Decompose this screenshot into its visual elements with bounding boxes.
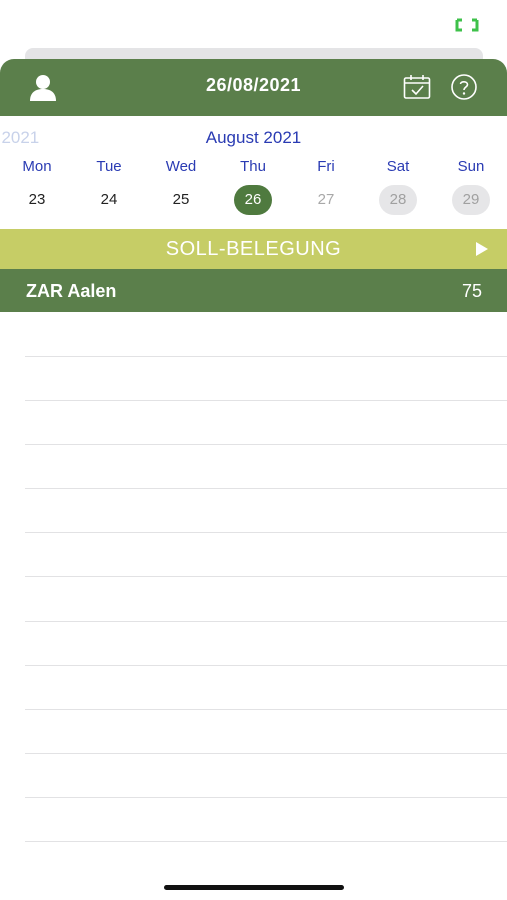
list-separator bbox=[25, 488, 507, 489]
day-row: 23 24 25 26 27 28 29 bbox=[0, 185, 507, 217]
weekday-label: Sun bbox=[457, 158, 485, 175]
day-cell-weekend[interactable]: 29 bbox=[452, 185, 490, 215]
weekday-row: Mon Tue Wed Thu Fri Sat Sun bbox=[0, 158, 507, 180]
list-separator bbox=[25, 753, 507, 754]
day-cell-selected[interactable]: 26 bbox=[234, 185, 272, 215]
day-cell[interactable]: 27 bbox=[307, 185, 345, 215]
list-separator bbox=[25, 709, 507, 710]
day-cell[interactable]: 25 bbox=[162, 185, 200, 215]
home-indicator[interactable] bbox=[164, 885, 344, 890]
day-cell[interactable]: 23 bbox=[18, 185, 56, 215]
status-bracket-icon bbox=[455, 18, 479, 32]
help-icon[interactable] bbox=[450, 73, 478, 101]
current-month-label: August 2021 bbox=[205, 128, 302, 147]
weekday-label: Mon bbox=[22, 158, 52, 175]
weekday-label: Wed bbox=[165, 158, 197, 175]
list-separator bbox=[25, 841, 507, 842]
list-separator bbox=[25, 356, 507, 357]
list-separator bbox=[25, 621, 507, 622]
weekday-label: Tue bbox=[96, 158, 122, 175]
weekday-label: Thu bbox=[240, 158, 266, 175]
play-arrow-icon[interactable] bbox=[476, 242, 488, 256]
location-name: ZAR Aalen bbox=[26, 281, 117, 301]
location-row[interactable]: ZAR Aalen 75 bbox=[0, 269, 507, 312]
day-cell[interactable]: 24 bbox=[90, 185, 128, 215]
list-separator bbox=[25, 665, 507, 666]
calendar-check-icon[interactable] bbox=[403, 74, 431, 100]
soll-belegung-label: SOLL-BELEGUNG bbox=[165, 238, 342, 260]
day-cell-weekend[interactable]: 28 bbox=[379, 185, 417, 215]
weekday-label: Sat bbox=[386, 158, 410, 175]
weekday-label: Fri bbox=[317, 158, 335, 175]
soll-belegung-bar[interactable]: SOLL-BELEGUNG bbox=[0, 229, 507, 269]
list-separator bbox=[25, 797, 507, 798]
month-row: t 2021 August 2021 bbox=[0, 126, 507, 150]
list-separator bbox=[25, 400, 507, 401]
list-separator bbox=[25, 576, 507, 577]
top-header: 26/08/2021 bbox=[0, 59, 507, 116]
list-separator bbox=[25, 532, 507, 533]
location-value: 75 bbox=[461, 281, 482, 301]
list-separator bbox=[25, 444, 507, 445]
